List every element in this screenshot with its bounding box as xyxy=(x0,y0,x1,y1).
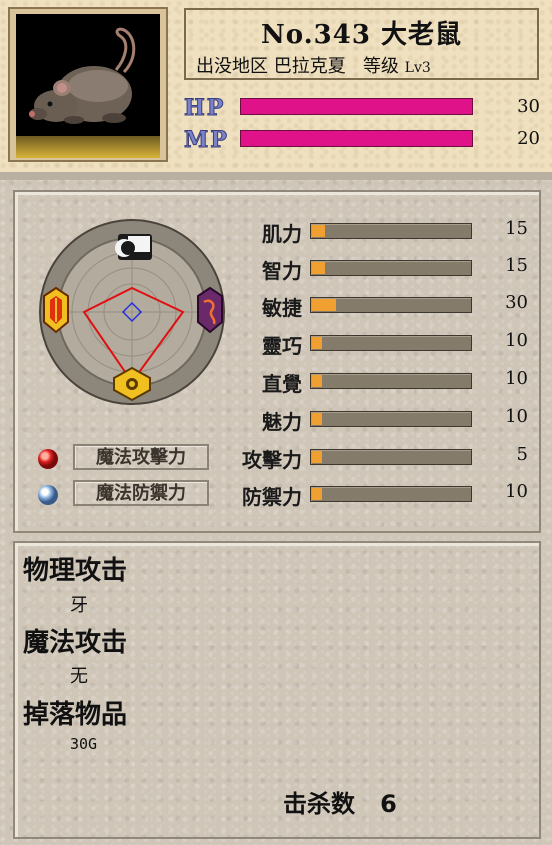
stat-row: 靈巧 10 xyxy=(240,330,540,358)
monster-name-box: No.343 大老鼠 出没地区 巴拉克夏 等级 Lv3 xyxy=(184,8,539,80)
stat-bar xyxy=(310,297,472,313)
mp-value: 20 xyxy=(517,128,540,149)
monster-subtitle: 出没地区 巴拉克夏 等级 Lv3 xyxy=(196,52,431,78)
kill-count-value: 6 xyxy=(380,790,397,818)
hp-label: HP xyxy=(183,95,226,122)
red-orb-icon xyxy=(38,449,58,469)
stat-bar xyxy=(310,411,472,427)
water-element-icon xyxy=(197,286,223,334)
kill-count: 击杀数 6 xyxy=(283,784,397,819)
stat-value: 15 xyxy=(505,255,528,276)
stat-bar xyxy=(310,486,472,502)
stat-value: 10 xyxy=(505,406,528,427)
physical-attack-value: 牙 xyxy=(70,595,88,616)
stat-row: 魅力 10 xyxy=(240,406,540,434)
stat-row: 肌力 15 xyxy=(240,218,540,246)
stat-bar xyxy=(310,260,472,276)
stat-bar xyxy=(310,223,472,239)
area-value: 巴拉克夏 xyxy=(273,56,346,77)
stat-value: 30 xyxy=(505,292,528,313)
blue-orb-icon xyxy=(38,485,58,505)
stat-fill xyxy=(312,262,325,274)
hp-value: 30 xyxy=(517,96,540,117)
stat-value: 10 xyxy=(505,481,528,502)
stat-value: 10 xyxy=(505,330,528,351)
stat-label: 肌力 xyxy=(262,222,302,246)
stat-row: 防禦力 10 xyxy=(240,481,540,509)
stat-fill xyxy=(312,375,322,387)
mp-label: MP xyxy=(184,127,229,154)
magic-attack-heading: 魔法攻击 xyxy=(23,628,128,658)
stat-value: 15 xyxy=(505,218,528,239)
stat-fill xyxy=(312,225,325,237)
fire-element-icon xyxy=(43,286,69,334)
stat-label: 靈巧 xyxy=(262,334,302,358)
moon-element-icon xyxy=(115,234,152,260)
kill-count-label: 击杀数 xyxy=(283,790,355,818)
rat-portrait xyxy=(16,14,160,158)
stat-fill xyxy=(312,299,336,311)
stat-fill xyxy=(312,413,322,425)
magic-attack-value: 无 xyxy=(70,666,88,687)
stat-bar xyxy=(310,449,472,465)
physical-attack-heading: 物理攻击 xyxy=(23,556,128,586)
stat-row: 攻擊力 5 xyxy=(240,444,540,472)
stat-bar xyxy=(310,373,472,389)
monster-header: No.343 大老鼠 出没地区 巴拉克夏 等级 Lv3 HP 30 MP 20 xyxy=(0,0,552,172)
stat-fill xyxy=(312,488,322,500)
magic-defense-button[interactable]: 魔法防禦力 xyxy=(73,480,209,506)
stat-label: 敏捷 xyxy=(262,296,302,320)
element-wheel xyxy=(39,219,225,405)
stat-label: 魅力 xyxy=(262,410,302,434)
magic-attack-button[interactable]: 魔法攻擊力 xyxy=(73,444,209,470)
stat-value: 5 xyxy=(516,444,528,465)
stat-label: 防禦力 xyxy=(242,485,302,509)
area-label: 出没地区 xyxy=(196,56,268,77)
stat-label: 直覺 xyxy=(262,372,302,396)
stat-value: 10 xyxy=(505,368,528,389)
stat-row: 智力 15 xyxy=(240,255,540,283)
mp-bar xyxy=(240,130,473,147)
stat-bar xyxy=(310,335,472,351)
level-value: Lv3 xyxy=(404,60,431,76)
stat-label: 攻擊力 xyxy=(242,448,302,472)
drops-value: 30G xyxy=(70,735,98,753)
drops-heading: 掉落物品 xyxy=(23,700,128,730)
stat-row: 敏捷 30 xyxy=(240,292,540,320)
header-divider xyxy=(0,172,552,180)
stat-label: 智力 xyxy=(262,259,302,283)
stat-row: 直覺 10 xyxy=(240,368,540,396)
monster-title: No.343 大老鼠 xyxy=(260,20,463,50)
level-label: 等级 xyxy=(362,56,399,77)
hp-bar xyxy=(240,98,473,115)
portrait-floor xyxy=(16,136,160,158)
stat-fill xyxy=(312,451,322,463)
stat-fill xyxy=(312,337,322,349)
